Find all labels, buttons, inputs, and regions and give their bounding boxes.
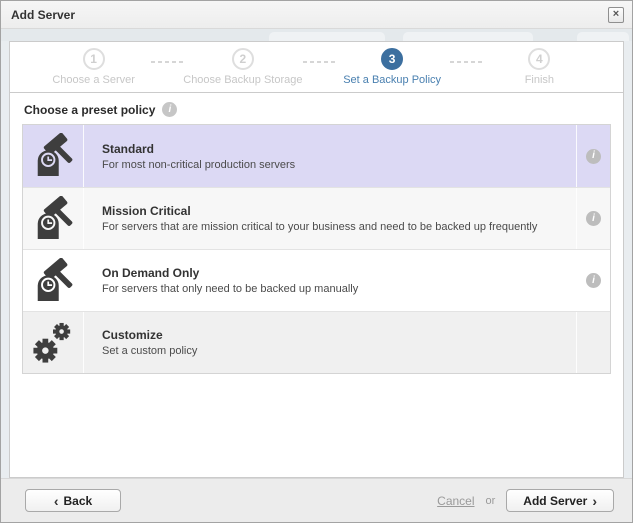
policy-text: On Demand Only For servers that only nee… — [83, 250, 576, 311]
policy-row-standard[interactable]: Standard For most non-critical productio… — [23, 125, 610, 187]
step-label: Choose Backup Storage — [183, 74, 303, 86]
dialog-footer: ‹ Back Cancel or Add Server › — [1, 478, 632, 522]
info-icon[interactable]: i — [162, 102, 178, 117]
back-button[interactable]: ‹ Back — [25, 489, 121, 512]
chevron-left-icon: ‹ — [53, 492, 59, 509]
info-icon[interactable]: i — [586, 211, 601, 226]
wizard-step-set-backup-policy: 3 Set a Backup Policy — [335, 48, 450, 86]
policy-info-cell: i — [576, 188, 610, 249]
background-tab — [269, 32, 385, 41]
step-number-badge: 2 — [231, 48, 254, 70]
step-number-badge: 4 — [528, 48, 551, 70]
step-label: Finish — [524, 74, 555, 86]
step-label: Choose a Server — [52, 74, 135, 86]
policy-text: Mission Critical For servers that are mi… — [83, 188, 576, 249]
policy-title: On Demand Only — [102, 266, 200, 280]
policy-description: For servers that are mission critical to… — [102, 221, 538, 233]
add-server-button[interactable]: Add Server › — [506, 489, 614, 512]
policy-list: Standard For most non-critical productio… — [22, 124, 611, 374]
or-label: or — [485, 494, 496, 507]
wizard-step-choose-backup-storage: 2 Choose Backup Storage — [183, 48, 303, 86]
back-button-label: Back — [63, 493, 93, 508]
policy-description: Set a custom policy — [102, 345, 198, 357]
wizard-step-finish: 4 Finish — [482, 48, 597, 86]
policy-info-cell: i — [576, 250, 610, 311]
step-number-badge: 1 — [82, 48, 105, 70]
add-server-dialog: Add Server × 1 Choose a Server 2 Choose … — [0, 0, 633, 523]
policy-content-panel: Choose a preset policy i Standard For mo… — [9, 93, 624, 478]
close-icon[interactable]: × — [608, 6, 624, 23]
dialog-titlebar: Add Server × — [1, 1, 632, 29]
page-title: Choose a preset policy — [24, 102, 156, 117]
policy-info-cell — [576, 312, 610, 373]
policy-description: For servers that only need to be backed … — [102, 283, 359, 295]
step-separator — [151, 61, 184, 63]
policy-text: Standard For most non-critical productio… — [83, 125, 576, 187]
background-strip — [1, 29, 632, 41]
background-tab — [403, 32, 533, 41]
backup-schedule-icon — [23, 250, 83, 311]
step-label: Set a Backup Policy — [343, 74, 442, 86]
info-icon[interactable]: i — [586, 273, 601, 288]
policy-row-mission-critical[interactable]: Mission Critical For servers that are mi… — [23, 187, 610, 249]
policy-title: Customize — [102, 328, 163, 342]
dialog-title: Add Server — [11, 7, 76, 22]
policy-info-cell: i — [576, 125, 610, 187]
info-icon[interactable]: i — [586, 148, 601, 164]
background-tab — [577, 32, 629, 41]
step-separator — [302, 61, 335, 63]
preset-policy-heading-row: Choose a preset policy i — [22, 102, 611, 117]
policy-title: Mission Critical — [102, 204, 191, 218]
add-server-button-label: Add Server — [523, 493, 588, 508]
chevron-right-icon: › — [592, 492, 597, 509]
policy-row-on-demand-only[interactable]: On Demand Only For servers that only nee… — [23, 249, 610, 311]
step-separator — [449, 61, 482, 63]
gears-icon — [23, 312, 83, 373]
backup-schedule-icon — [23, 188, 83, 249]
policy-title: Standard — [102, 141, 155, 156]
wizard-steps-bar: 1 Choose a Server 2 Choose Backup Storag… — [9, 41, 624, 93]
cancel-link[interactable]: Cancel — [437, 494, 474, 508]
footer-actions: Cancel or Add Server › — [437, 489, 614, 512]
policy-description: For most non-critical production servers — [102, 158, 296, 171]
step-number-badge: 3 — [381, 48, 404, 70]
wizard-step-choose-server: 1 Choose a Server — [36, 48, 151, 86]
policy-row-customize[interactable]: Customize Set a custom policy — [23, 311, 610, 373]
backup-schedule-icon — [23, 125, 83, 187]
policy-text: Customize Set a custom policy — [83, 312, 576, 373]
